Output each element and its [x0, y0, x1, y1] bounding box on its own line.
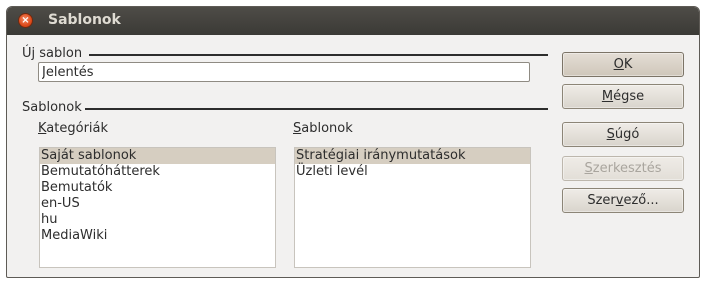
- categories-listbox[interactable]: Saját sablonok Bemutatóhátterek Bemutató…: [39, 147, 276, 268]
- list-item[interactable]: Saját sablonok: [40, 148, 275, 164]
- title-bar: × Sablonok: [7, 7, 699, 35]
- dialog-content: Új sablon Sablonok Kategóriák Sablonok S…: [7, 35, 699, 277]
- list-item[interactable]: Bemutatók: [40, 180, 275, 196]
- list-item[interactable]: hu: [40, 212, 275, 228]
- templates-section-label: Sablonok: [22, 100, 82, 115]
- list-item[interactable]: en-US: [40, 196, 275, 212]
- ok-button[interactable]: OK: [562, 52, 684, 77]
- list-item[interactable]: MediaWiki: [40, 228, 275, 244]
- list-item[interactable]: Bemutatóhátterek: [40, 164, 275, 180]
- categories-label: Kategóriák: [38, 121, 109, 136]
- template-name-input[interactable]: [38, 62, 530, 82]
- new-template-section-label: Új sablon: [22, 46, 83, 61]
- new-template-divider: [89, 54, 548, 56]
- templates-divider: [85, 108, 548, 110]
- templates-listbox[interactable]: Stratégiai iránymutatások Üzleti levél: [294, 147, 531, 268]
- window-title: Sablonok: [48, 12, 121, 28]
- help-button[interactable]: Súgó: [562, 122, 684, 147]
- sablonok-dialog: × Sablonok Új sablon Sablonok Kategóriák…: [6, 6, 700, 278]
- edit-button[interactable]: Szerkesztés: [562, 156, 684, 181]
- templates-list-label: Sablonok: [293, 121, 353, 136]
- cancel-button[interactable]: Mégse: [562, 84, 684, 109]
- list-item[interactable]: Stratégiai iránymutatások: [295, 148, 530, 164]
- list-item[interactable]: Üzleti levél: [295, 164, 530, 180]
- organizer-button[interactable]: Szervező...: [562, 188, 684, 213]
- close-icon[interactable]: ×: [18, 13, 33, 28]
